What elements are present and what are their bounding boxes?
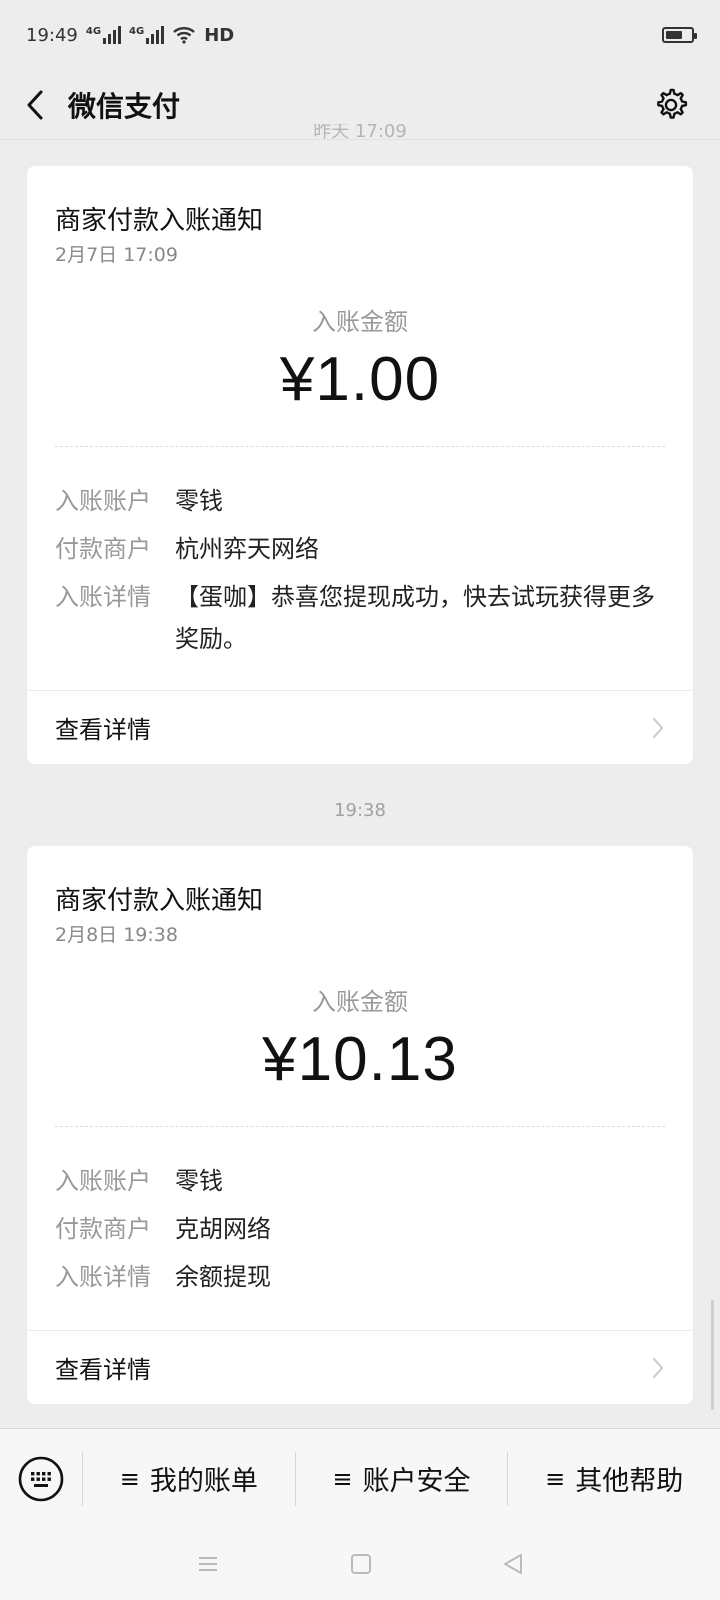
info-label: 入账账户: [55, 1167, 151, 1195]
menu-label: 账户安全: [362, 1466, 471, 1497]
card-date: 2月7日 17:09: [55, 244, 178, 266]
status-time: 19:49: [26, 24, 78, 46]
signal-icon: 4G: [129, 26, 165, 44]
view-details-label: 查看详情: [55, 716, 151, 744]
menu-other-help[interactable]: ≡ 其他帮助: [508, 1459, 720, 1498]
info-label: 入账详情: [55, 1263, 151, 1291]
chevron-right-icon: [653, 717, 664, 738]
system-navigation-bar: [0, 1528, 720, 1600]
menu-icon: ≡: [332, 1464, 353, 1493]
info-row-merchant: 付款商户 杭州弈天网络: [55, 528, 665, 570]
back-button[interactable]: [24, 80, 64, 130]
back-icon[interactable]: [502, 1553, 524, 1575]
info-value: 余额提现: [175, 1263, 271, 1291]
menu-icon: ≡: [119, 1464, 140, 1493]
info-label: 付款商户: [55, 535, 151, 563]
menu-my-bills[interactable]: ≡ 我的账单: [83, 1459, 295, 1498]
status-bar: 19:49 4G 4G HD: [0, 0, 720, 70]
card-title: 商家付款入账通知: [55, 206, 264, 236]
card-date: 2月8日 19:38: [55, 924, 178, 946]
chevron-right-icon: [653, 1357, 664, 1378]
view-details-label: 查看详情: [55, 1356, 151, 1384]
info-row-merchant: 付款商户 克胡网络: [55, 1208, 665, 1250]
amount-label: 入账金额: [312, 308, 408, 336]
payment-notification-card: 商家付款入账通知 2月7日 17:09 入账金额 ¥1.00 入账账户 零钱 付…: [27, 166, 693, 764]
keyboard-icon: [18, 1456, 64, 1501]
info-row-account: 入账账户 零钱: [55, 480, 665, 522]
amount-value: ¥10.13: [262, 1025, 458, 1094]
view-details-button[interactable]: 查看详情: [27, 690, 693, 764]
timestamp-divider: 昨天 17:09: [313, 124, 407, 140]
info-row-account: 入账账户 零钱: [55, 1160, 665, 1202]
menu-icon[interactable]: [196, 1554, 220, 1574]
info-row-detail: 入账详情 余额提现: [55, 1256, 665, 1298]
menu-account-security[interactable]: ≡ 账户安全: [296, 1459, 508, 1498]
timestamp-divider: 19:38: [334, 800, 386, 821]
view-details-button[interactable]: 查看详情: [27, 1330, 693, 1404]
signal-icon: 4G: [86, 26, 122, 44]
gear-icon: [657, 88, 688, 119]
battery-icon: [662, 27, 697, 43]
info-label: 入账账户: [55, 487, 151, 515]
info-value: 杭州弈天网络: [175, 535, 319, 563]
info-value: 【蛋咖】恭喜您提现成功，快去试玩获得更多奖励。: [175, 583, 655, 653]
divider: [55, 1126, 665, 1127]
divider: [55, 446, 665, 447]
amount-value: ¥1.00: [279, 345, 441, 414]
menu-icon: ≡: [545, 1464, 566, 1493]
info-row-detail: 入账详情 【蛋咖】恭喜您提现成功，快去试玩获得更多奖励。: [55, 576, 665, 660]
info-value: 零钱: [175, 1167, 223, 1195]
scrollbar[interactable]: [711, 1300, 714, 1410]
bottom-menu: ≡ 我的账单 ≡ 账户安全 ≡ 其他帮助: [0, 1428, 720, 1528]
hd-indicator: HD: [204, 24, 235, 46]
info-value: 零钱: [175, 487, 223, 515]
keyboard-toggle-button[interactable]: [0, 1429, 82, 1528]
page-title: 微信支付: [68, 89, 181, 123]
info-label: 付款商户: [55, 1215, 151, 1243]
card-title: 商家付款入账通知: [55, 886, 264, 916]
home-icon[interactable]: [350, 1553, 372, 1575]
menu-label: 我的账单: [149, 1466, 258, 1497]
info-label: 入账详情: [55, 583, 151, 611]
info-value: 克胡网络: [175, 1215, 271, 1243]
settings-button[interactable]: [646, 80, 696, 130]
back-chevron-icon: [27, 90, 43, 119]
amount-label: 入账金额: [312, 988, 408, 1016]
payment-notification-card: 商家付款入账通知 2月8日 19:38 入账金额 ¥10.13 入账账户 零钱 …: [27, 846, 693, 1404]
menu-label: 其他帮助: [575, 1466, 684, 1497]
wifi-icon: [173, 27, 196, 44]
